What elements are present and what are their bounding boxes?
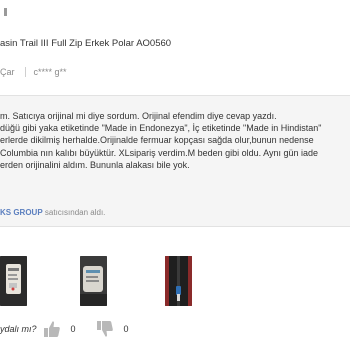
review-photo-thumbnail[interactable] bbox=[80, 256, 107, 306]
review-meta: Çar c**** g** bbox=[0, 67, 67, 77]
header-fragment bbox=[4, 8, 7, 16]
dislike-button[interactable] bbox=[96, 320, 114, 338]
like-count: 0 bbox=[70, 324, 76, 334]
helpful-question: ydalı mı? bbox=[0, 324, 37, 334]
thumbs-up-icon bbox=[43, 321, 60, 337]
review-text: m. Satıcıya orijinal mi diye sordum. Ori… bbox=[0, 110, 350, 171]
seller-suffix: satıcısından aldı. bbox=[44, 208, 106, 217]
review-line: m. Satıcıya orijinal mi diye sordum. Ori… bbox=[0, 111, 277, 121]
review-rating-label: Çar bbox=[0, 67, 15, 77]
seller-info: KS GROUP satıcısından aldı. bbox=[0, 208, 105, 217]
review-author: c**** g** bbox=[33, 67, 67, 77]
review-line: Columbia nın kalıbı büyüktür. XLsipariş … bbox=[0, 147, 319, 158]
review-photo-thumbnail[interactable] bbox=[0, 256, 27, 306]
review-line: düğü gibi yaka etiketinde "Made in Endon… bbox=[0, 123, 322, 134]
thumbs-down-icon bbox=[96, 321, 113, 337]
meta-divider bbox=[24, 67, 26, 77]
like-button[interactable] bbox=[43, 320, 61, 338]
photo-neck-label-image bbox=[80, 256, 107, 306]
review-line: erlerde dikilmiş herhalde.Orijinalde fer… bbox=[0, 135, 314, 146]
product-title[interactable]: asin Trail III Full Zip Erkek Polar AO05… bbox=[0, 38, 171, 49]
review-panel: m. Satıcıya orijinal mi diye sordum. Ori… bbox=[0, 95, 350, 227]
seller-link[interactable]: KS GROUP bbox=[0, 208, 43, 217]
photo-zipper-image bbox=[165, 256, 192, 306]
review-photo-thumbnail[interactable] bbox=[165, 256, 192, 306]
dislike-count: 0 bbox=[123, 324, 129, 334]
review-line: erden orijinalini aldım. Bununla alakası… bbox=[0, 159, 190, 170]
helpful-vote-row: ydalı mı? 0 0 bbox=[0, 319, 129, 339]
photo-label-tag-image bbox=[0, 256, 27, 306]
